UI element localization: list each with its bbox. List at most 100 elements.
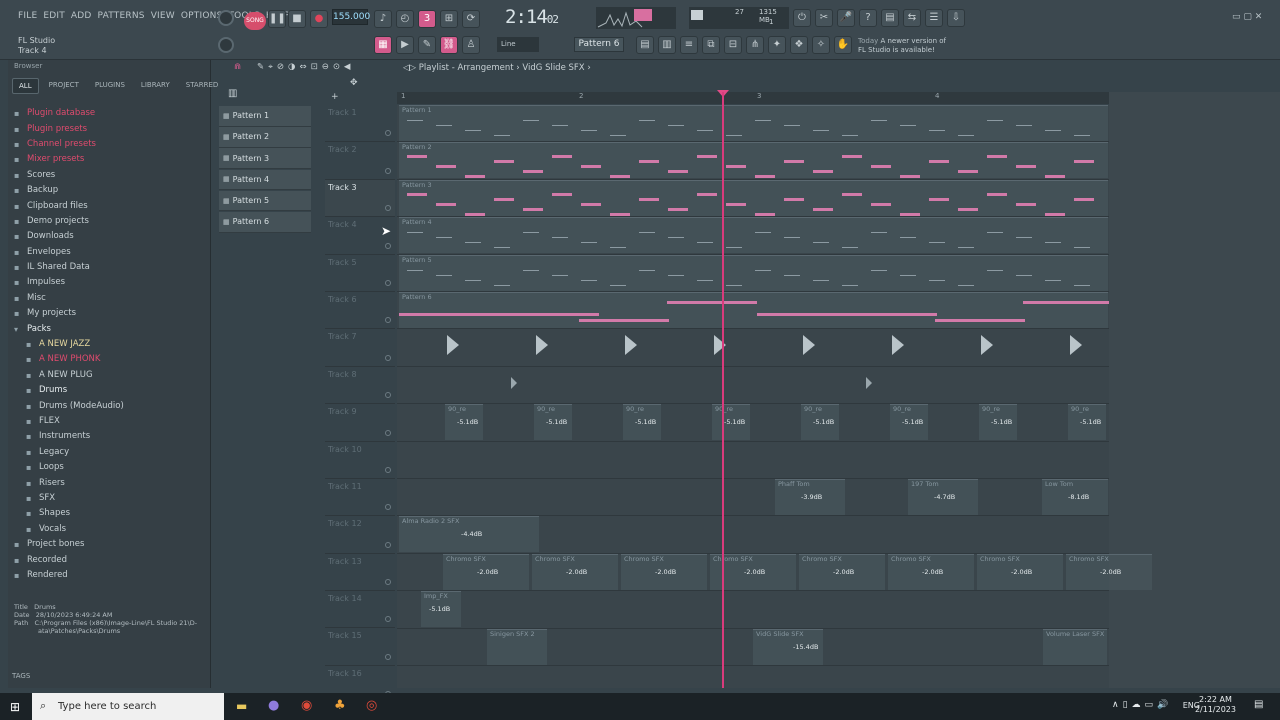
playlist-clip[interactable]: Low Tom -8.1dB [1042,479,1108,515]
browser-item[interactable]: ▪ Misc [14,291,209,306]
browser-item[interactable]: ▪ IL Shared Data [14,260,209,275]
browser-item[interactable]: ▾ Packs [14,321,209,336]
record-icon[interactable]: ● [310,10,328,28]
mic-icon[interactable]: 🎤 [837,9,855,27]
track-header[interactable]: Track 13 [325,554,395,592]
browser-item[interactable]: ▪ My projects [14,306,209,321]
track-lane[interactable] [397,367,1109,405]
picker-mode-icon[interactable]: ▥ [228,88,237,99]
playlist-clip[interactable]: Chromo SFX -2.0dB [977,553,1063,590]
playlist-clip[interactable] [890,329,910,365]
pattern-item[interactable]: ▦ Pattern 2 [219,127,311,148]
link-icon[interactable]: ⛓ [440,36,458,54]
add-track-icon[interactable]: + [331,92,339,102]
system-tray-icons[interactable]: ∧▯☁▭🔊 [1112,700,1172,710]
browser-item[interactable]: ▪ A NEW JAZZ [14,337,209,352]
grid-empty-area[interactable] [1109,92,1280,688]
playlist-clip[interactable]: Pattern 4 [399,217,1108,254]
window-controls[interactable]: ▭ ▢ ✕ [1232,12,1262,22]
tab-starred[interactable]: STARRED [180,78,225,94]
track-header[interactable]: Track 14 [325,591,395,629]
browser-item[interactable]: ▪ Instruments [14,429,209,444]
browser-item[interactable]: ▪ A NEW PLUG [14,368,209,383]
browser-item[interactable]: ▪ Demo projects [14,214,209,229]
arrangement-grid[interactable]: Pattern 1 Pattern 2 Pattern 3 Pattern 4 Patt… [397,105,1152,704]
playlist-clip[interactable] [1068,329,1088,365]
track-mute-icon[interactable] [385,429,391,436]
chat-icon[interactable]: ☰ [925,9,943,27]
playlist-clip[interactable] [445,329,465,365]
playlist-clip[interactable]: Sinigen SFX 2 [487,628,547,665]
track-mute-icon[interactable] [385,466,391,473]
track-lane[interactable] [397,479,1109,517]
stop-icon[interactable]: ■ [288,10,306,28]
playlist-clip[interactable] [509,367,519,403]
browser-item[interactable]: ▪ Shapes [14,506,209,521]
browser-item[interactable]: ▪ Legacy [14,445,209,460]
playlist-clip[interactable] [534,329,554,365]
playlist-clip[interactable]: Chromo SFX -2.0dB [532,553,618,590]
export-icon[interactable]: ⇆ [903,9,921,27]
playlist-clip[interactable]: Pattern 1 [399,105,1108,141]
discord-icon[interactable]: ● [268,698,279,713]
obs-icon[interactable]: ◎ [366,698,377,713]
browser-item[interactable]: ▪ Scores [14,168,209,183]
browser-item[interactable]: ▪ Envelopes [14,245,209,260]
track-lane[interactable] [397,329,1109,367]
playlist-clip[interactable]: 90_re -5.1dB [712,404,750,441]
pattern-item[interactable]: ▦ Pattern 3 [219,148,311,169]
mixer-icon[interactable]: ≡ [680,36,698,54]
track-header[interactable]: Track 12 [325,516,395,554]
track-mute-icon[interactable] [385,279,391,286]
brush-icon[interactable]: ✎ [418,36,436,54]
playlist-clip[interactable]: 90_re -5.1dB [623,404,661,441]
track-header[interactable]: Track 7 [325,329,395,367]
track-header[interactable]: Track 6 [325,292,395,330]
browser-item[interactable]: ▪ Impulses [14,275,209,290]
pattern-item[interactable]: ▦ Pattern 6 [219,211,311,233]
playlist-clip[interactable]: Pattern 3 [399,179,1108,216]
track-mute-icon[interactable] [385,167,391,174]
playlist-clip[interactable]: Pattern 2 [399,142,1108,179]
pattern-item[interactable]: ▦ Pattern 4 [219,169,311,191]
browser-item[interactable]: ▪ Mixer presets [14,152,209,167]
track-mute-icon[interactable] [385,130,391,137]
track-mute-icon[interactable] [385,317,391,324]
browser-item[interactable]: ▪ A NEW PHONK [14,352,209,367]
track-mute-icon[interactable] [385,579,391,586]
playlist-clip[interactable]: 90_re -5.1dB [801,404,839,441]
metronome-icon[interactable]: ♪ [374,10,392,28]
playlist-clip[interactable]: Chromo SFX -2.0dB [443,553,529,590]
fl-studio-icon[interactable]: ♣ [334,698,346,713]
browser-item[interactable]: ▪ Channel presets [14,137,209,152]
playlist-clip[interactable] [623,329,643,365]
playlist-clip[interactable]: Phaff Tom -3.9dB [775,479,845,515]
track-mute-icon[interactable] [385,616,391,623]
pattern-selector[interactable]: Pattern 6 [574,37,624,52]
countdown-icon[interactable]: 3 [418,10,436,28]
news-panel[interactable]: Today A newer version of FL Studio is av… [858,37,946,55]
track-header[interactable]: Track 8 [325,367,395,405]
stamp-icon[interactable]: ♙ [462,36,480,54]
playlist-clip[interactable]: 90_re -5.1dB [979,404,1017,441]
sparkle-icon[interactable]: ✦ [768,36,786,54]
playlist-clip[interactable]: 197 Tom -4.7dB [908,479,978,515]
browser-item[interactable]: ▪ Risers [14,475,209,490]
playlist-clip[interactable]: Pattern 5 [399,254,1108,291]
browser-item[interactable]: ▪ SFX [14,491,209,506]
menu-file[interactable]: FILE [18,11,37,21]
playlist-clip[interactable] [801,329,821,365]
tab-all[interactable]: ALL [12,78,39,94]
track-header[interactable]: Track 11 [325,479,395,517]
playlist-clip[interactable]: Imp_FX -5.1dB [421,591,461,628]
menu-add[interactable]: ADD [71,11,92,21]
online-icon[interactable]: ⏻ [793,9,811,27]
wait-input-icon[interactable]: ◴ [396,10,414,28]
track-header[interactable]: Track 15 [325,628,395,666]
playlist-clip[interactable]: Pattern 6 [399,292,1109,328]
track-mute-icon[interactable] [385,392,391,399]
browser-item[interactable]: ▪ Plugin database [14,106,209,121]
taskbar-clock[interactable]: 2:22 AM 2/11/2023 [1195,695,1236,715]
menu-edit[interactable]: EDIT [43,11,65,21]
track-header[interactable]: Track 9 [325,404,395,442]
